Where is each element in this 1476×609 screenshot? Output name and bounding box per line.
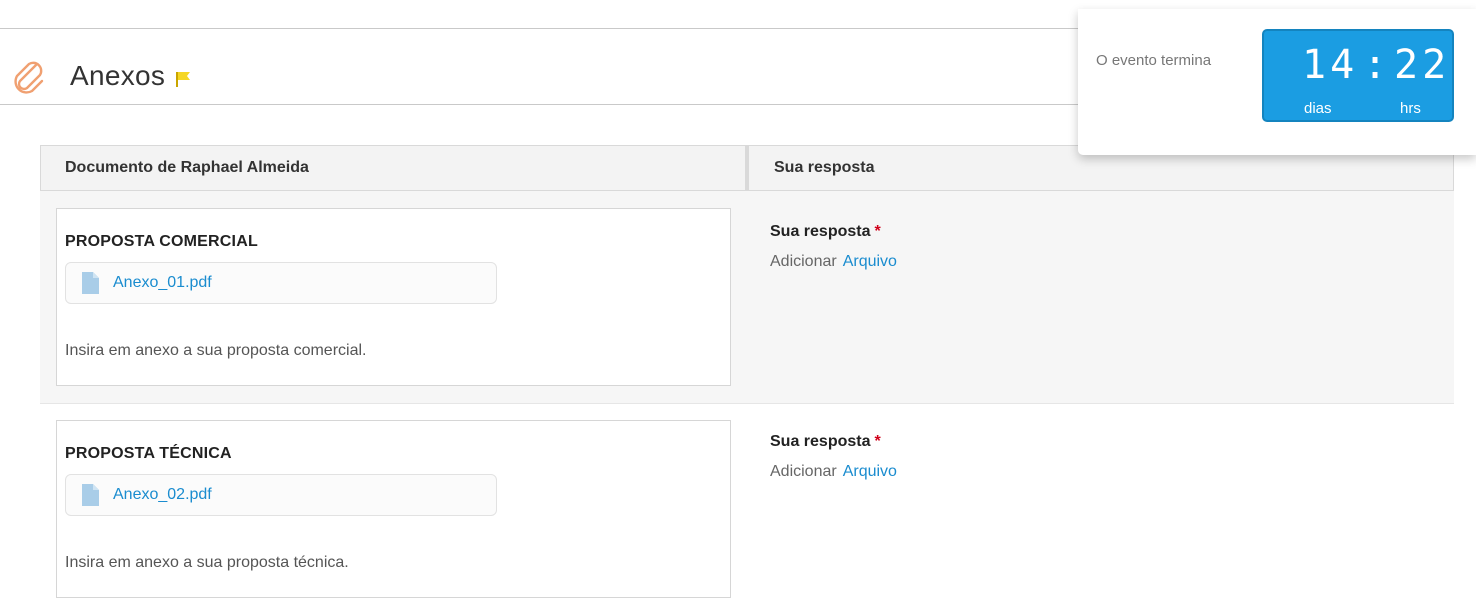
- document-title: PROPOSTA COMERCIAL: [65, 233, 258, 250]
- hours-unit: hrs: [1400, 100, 1421, 117]
- countdown-timer: 14 : 22 dias hrs: [1262, 29, 1454, 122]
- answer-actions: Adicionar Arquivo: [770, 253, 897, 271]
- countdown-panel: O evento termina 14 : 22 dias hrs: [1078, 9, 1476, 155]
- top-divider: [0, 28, 1080, 29]
- document-description: Insira em anexo a sua proposta técnica.: [65, 554, 349, 571]
- add-label: Adicionar: [770, 253, 837, 270]
- table-row: PROPOSTA TÉCNICA Anexo_02.pdf Insira em …: [40, 404, 1454, 609]
- answer-label: Sua resposta: [770, 433, 871, 450]
- section-title: Anexos: [70, 60, 166, 91]
- answer-actions: Adicionar Arquivo: [770, 463, 897, 481]
- countdown-label: O evento termina: [1096, 52, 1212, 69]
- add-label: Adicionar: [770, 463, 837, 480]
- attachment-item[interactable]: Anexo_01.pdf: [65, 262, 497, 304]
- days-unit: dias: [1304, 100, 1332, 117]
- attachment-link[interactable]: Anexo_01.pdf: [113, 274, 212, 292]
- hours-value: 22: [1394, 42, 1451, 88]
- answer-section: Sua resposta * Adicionar Arquivo: [770, 223, 897, 271]
- required-marker: *: [874, 433, 881, 450]
- document-card: PROPOSTA COMERCIAL Anexo_01.pdf Insira e…: [56, 208, 731, 386]
- attachment-link[interactable]: Anexo_02.pdf: [113, 486, 212, 504]
- document-title: PROPOSTA TÉCNICA: [65, 445, 232, 462]
- required-marker: *: [874, 223, 881, 240]
- add-file-link[interactable]: Arquivo: [843, 253, 897, 270]
- answer-label-line: Sua resposta *: [770, 223, 897, 241]
- document-description: Insira em anexo a sua proposta comercial…: [65, 342, 367, 359]
- answer-section: Sua resposta * Adicionar Arquivo: [770, 433, 897, 481]
- file-icon: [82, 272, 99, 294]
- days-value: 14: [1302, 42, 1359, 88]
- file-icon: [82, 484, 99, 506]
- document-card: PROPOSTA TÉCNICA Anexo_02.pdf Insira em …: [56, 420, 731, 598]
- section-header: Anexos: [8, 50, 191, 102]
- section-divider: [0, 104, 1080, 105]
- paperclip-icon: [14, 61, 44, 94]
- answer-label-line: Sua resposta *: [770, 433, 897, 451]
- time-separator: :: [1363, 42, 1388, 88]
- document-column-header: Documento de Raphael Almeida: [40, 145, 746, 191]
- table-row: PROPOSTA COMERCIAL Anexo_01.pdf Insira e…: [40, 191, 1454, 404]
- attachment-item[interactable]: Anexo_02.pdf: [65, 474, 497, 516]
- flag-icon: [176, 72, 191, 87]
- answer-label: Sua resposta: [770, 223, 871, 240]
- add-file-link[interactable]: Arquivo: [843, 463, 897, 480]
